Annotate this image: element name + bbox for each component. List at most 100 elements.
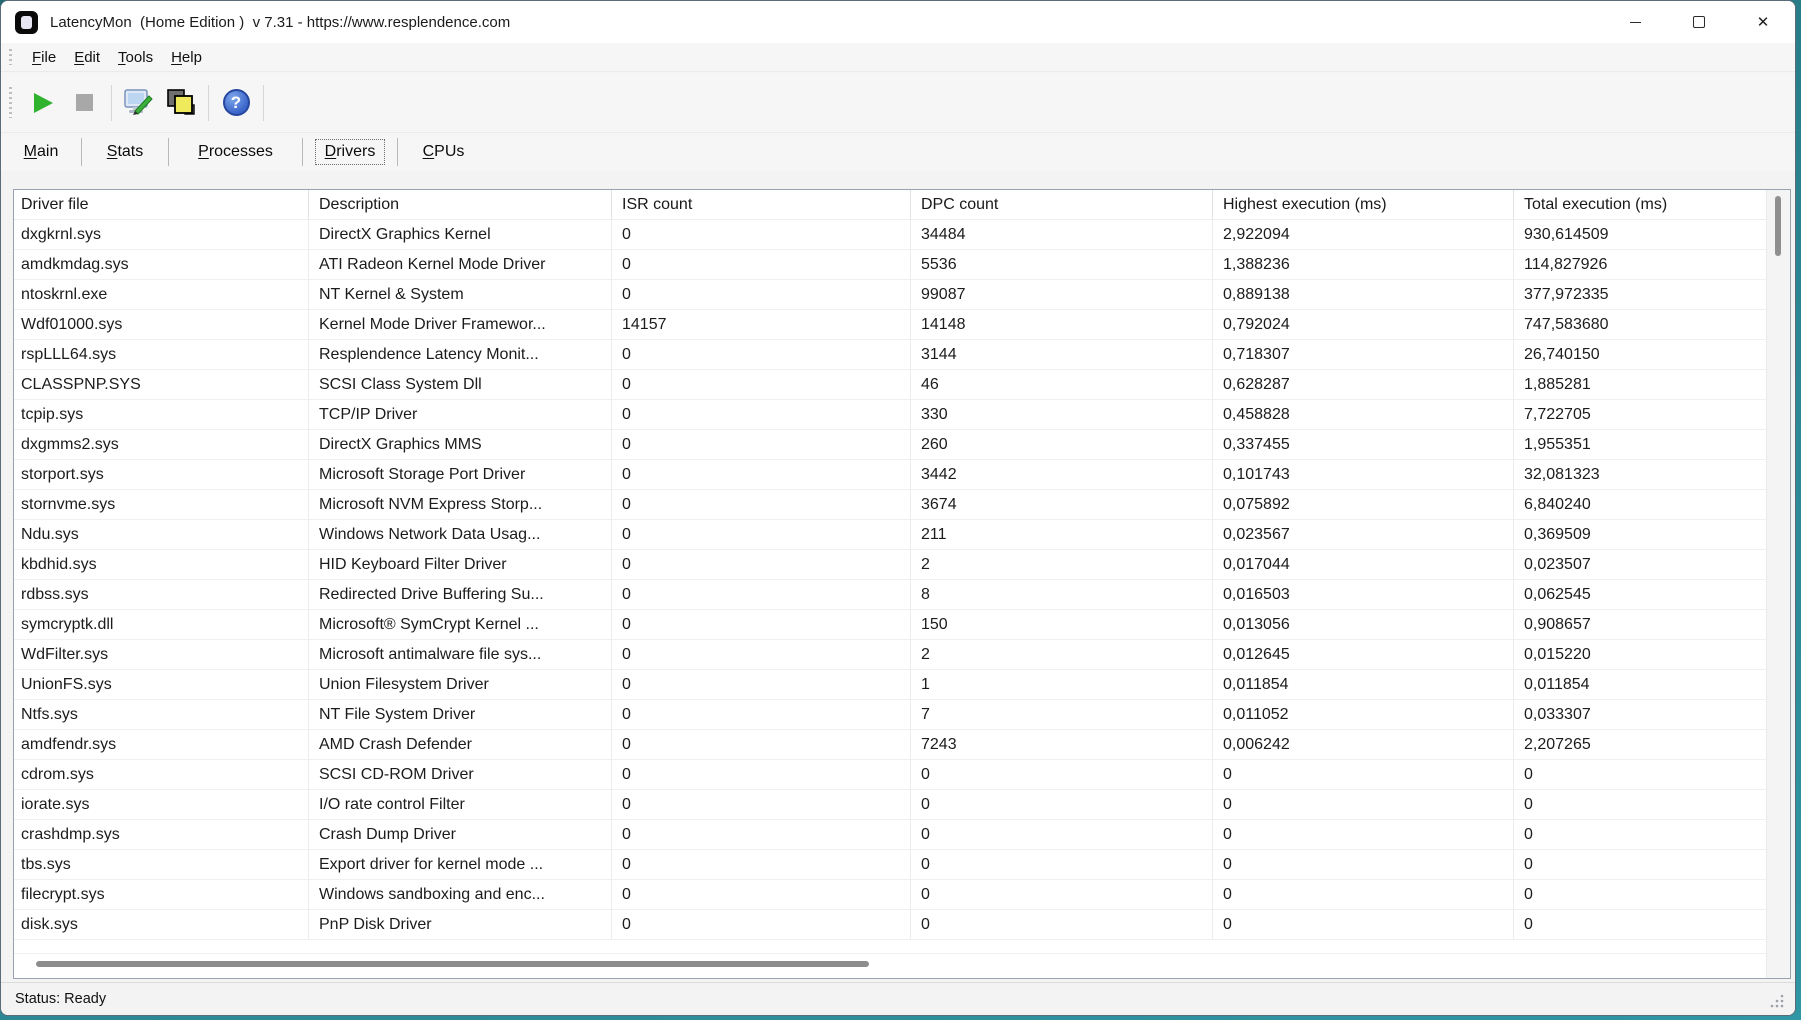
menu-help[interactable]: Help: [162, 49, 211, 66]
title-bar: LatencyMon (Home Edition ) v 7.31 - http…: [1, 1, 1795, 44]
cell-highest-execution-ms: 0,718307: [1213, 340, 1514, 370]
minimize-button[interactable]: [1603, 1, 1667, 43]
cell-total-execution-ms: 0: [1514, 880, 1767, 910]
column-header-isr-count[interactable]: ISR count: [612, 190, 911, 220]
cell-description: Crash Dump Driver: [309, 820, 612, 850]
table-row[interactable]: tbs.sysExport driver for kernel mode ...…: [14, 850, 1767, 880]
table-row[interactable]: cdrom.sysSCSI CD-ROM Driver0000: [14, 760, 1767, 790]
cell-total-execution-ms: 0: [1514, 790, 1767, 820]
cell-driver-file: stornvme.sys: [14, 490, 309, 520]
table-row[interactable]: stornvme.sysMicrosoft NVM Express Storp.…: [14, 490, 1767, 520]
cell-description: Windows Network Data Usag...: [309, 520, 612, 550]
table-row[interactable]: crashdmp.sysCrash Dump Driver0000: [14, 820, 1767, 850]
cell-driver-file: disk.sys: [14, 910, 309, 940]
tab-drivers[interactable]: Drivers: [303, 133, 397, 171]
stay-on-top-button[interactable]: [160, 83, 202, 123]
cell-driver-file: kbdhid.sys: [14, 550, 309, 580]
table-row[interactable]: filecrypt.sysWindows sandboxing and enc.…: [14, 880, 1767, 910]
cell-description: ATI Radeon Kernel Mode Driver: [309, 250, 612, 280]
empty-partial-row: [14, 940, 1767, 954]
cell-total-execution-ms: 0,033307: [1514, 700, 1767, 730]
table-row[interactable]: UnionFS.sysUnion Filesystem Driver010,01…: [14, 670, 1767, 700]
cell-isr-count: 0: [612, 910, 911, 940]
cell-total-execution-ms: 6,840240: [1514, 490, 1767, 520]
toolbar-gripper[interactable]: [9, 87, 12, 118]
table-row[interactable]: Ntfs.sysNT File System Driver070,0110520…: [14, 700, 1767, 730]
table-row[interactable]: Ndu.sysWindows Network Data Usag...02110…: [14, 520, 1767, 550]
start-monitoring-button[interactable]: [21, 83, 63, 123]
cell-isr-count: 0: [612, 760, 911, 790]
minimize-icon: [1630, 22, 1641, 23]
cell-description: I/O rate control Filter: [309, 790, 612, 820]
horizontal-scrollbar-thumb[interactable]: [36, 961, 869, 967]
cell-driver-file: crashdmp.sys: [14, 820, 309, 850]
table-row[interactable]: tcpip.sysTCP/IP Driver03300,4588287,7227…: [14, 400, 1767, 430]
table-row[interactable]: dxgmms2.sysDirectX Graphics MMS02600,337…: [14, 430, 1767, 460]
table-row[interactable]: disk.sysPnP Disk Driver0000: [14, 910, 1767, 940]
tab-stats[interactable]: Stats: [82, 133, 168, 171]
table-row[interactable]: symcryptk.dllMicrosoft® SymCrypt Kernel …: [14, 610, 1767, 640]
cell-dpc-count: 2: [911, 550, 1213, 580]
cell-description: NT Kernel & System: [309, 280, 612, 310]
cell-description: AMD Crash Defender: [309, 730, 612, 760]
cell-isr-count: 0: [612, 700, 911, 730]
cell-highest-execution-ms: 0,458828: [1213, 400, 1514, 430]
maximize-button[interactable]: [1667, 1, 1731, 43]
table-row[interactable]: storport.sysMicrosoft Storage Port Drive…: [14, 460, 1767, 490]
help-button[interactable]: ?: [215, 83, 257, 123]
table-row[interactable]: CLASSPNP.SYSSCSI Class System Dll0460,62…: [14, 370, 1767, 400]
options-button[interactable]: [118, 83, 160, 123]
column-header-driver-file[interactable]: Driver file: [14, 190, 309, 220]
cell-dpc-count: 3442: [911, 460, 1213, 490]
cell-description: Windows sandboxing and enc...: [309, 880, 612, 910]
cell-description: DirectX Graphics Kernel: [309, 220, 612, 250]
cell-highest-execution-ms: 0,889138: [1213, 280, 1514, 310]
tab-cpus[interactable]: CPUs: [398, 133, 489, 171]
column-header-highest-execution[interactable]: Highest execution (ms): [1213, 190, 1514, 220]
cell-highest-execution-ms: 0,013056: [1213, 610, 1514, 640]
cell-driver-file: rdbss.sys: [14, 580, 309, 610]
menu-file[interactable]: File: [23, 49, 65, 66]
cell-isr-count: 0: [612, 730, 911, 760]
table-row[interactable]: amdkmdag.sysATI Radeon Kernel Mode Drive…: [14, 250, 1767, 280]
vertical-scrollbar[interactable]: [1766, 190, 1790, 978]
table-row[interactable]: ntoskrnl.exeNT Kernel & System0990870,88…: [14, 280, 1767, 310]
tab-processes[interactable]: Processes: [169, 133, 302, 171]
column-header-dpc-count[interactable]: DPC count: [911, 190, 1213, 220]
cell-isr-count: 0: [612, 400, 911, 430]
cell-dpc-count: 260: [911, 430, 1213, 460]
menu-tools[interactable]: Tools: [109, 49, 162, 66]
cell-highest-execution-ms: 0,011052: [1213, 700, 1514, 730]
menubar-gripper[interactable]: [9, 49, 12, 65]
tab-main[interactable]: Main: [1, 133, 81, 171]
vertical-scrollbar-thumb[interactable]: [1775, 196, 1781, 256]
table-row[interactable]: amdfendr.sysAMD Crash Defender072430,006…: [14, 730, 1767, 760]
column-header-description[interactable]: Description: [309, 190, 612, 220]
table-row[interactable]: iorate.sysI/O rate control Filter0000: [14, 790, 1767, 820]
cell-total-execution-ms: 7,722705: [1514, 400, 1767, 430]
table-row[interactable]: rdbss.sysRedirected Drive Buffering Su..…: [14, 580, 1767, 610]
cell-driver-file: amdkmdag.sys: [14, 250, 309, 280]
table-row[interactable]: kbdhid.sysHID Keyboard Filter Driver020,…: [14, 550, 1767, 580]
table-row[interactable]: WdFilter.sysMicrosoft antimalware file s…: [14, 640, 1767, 670]
cell-isr-count: 0: [612, 880, 911, 910]
cell-description: PnP Disk Driver: [309, 910, 612, 940]
table-row[interactable]: dxgkrnl.sysDirectX Graphics Kernel034484…: [14, 220, 1767, 250]
cell-highest-execution-ms: 0,017044: [1213, 550, 1514, 580]
column-header-total-execution[interactable]: Total execution (ms): [1514, 190, 1767, 220]
stop-monitoring-button[interactable]: [63, 83, 105, 123]
table-row[interactable]: Wdf01000.sysKernel Mode Driver Framewor.…: [14, 310, 1767, 340]
close-button[interactable]: ✕: [1731, 1, 1795, 43]
cell-dpc-count: 0: [911, 880, 1213, 910]
table-row[interactable]: rspLLL64.sysResplendence Latency Monit..…: [14, 340, 1767, 370]
resize-grip[interactable]: [1769, 993, 1785, 1009]
cell-isr-count: 0: [612, 850, 911, 880]
cell-total-execution-ms: 0,062545: [1514, 580, 1767, 610]
menu-edit[interactable]: Edit: [65, 49, 109, 66]
toolbar-separator: [263, 85, 264, 121]
cell-driver-file: dxgkrnl.sys: [14, 220, 309, 250]
cell-dpc-count: 0: [911, 910, 1213, 940]
cell-dpc-count: 150: [911, 610, 1213, 640]
cell-total-execution-ms: 0,015220: [1514, 640, 1767, 670]
cell-total-execution-ms: 32,081323: [1514, 460, 1767, 490]
